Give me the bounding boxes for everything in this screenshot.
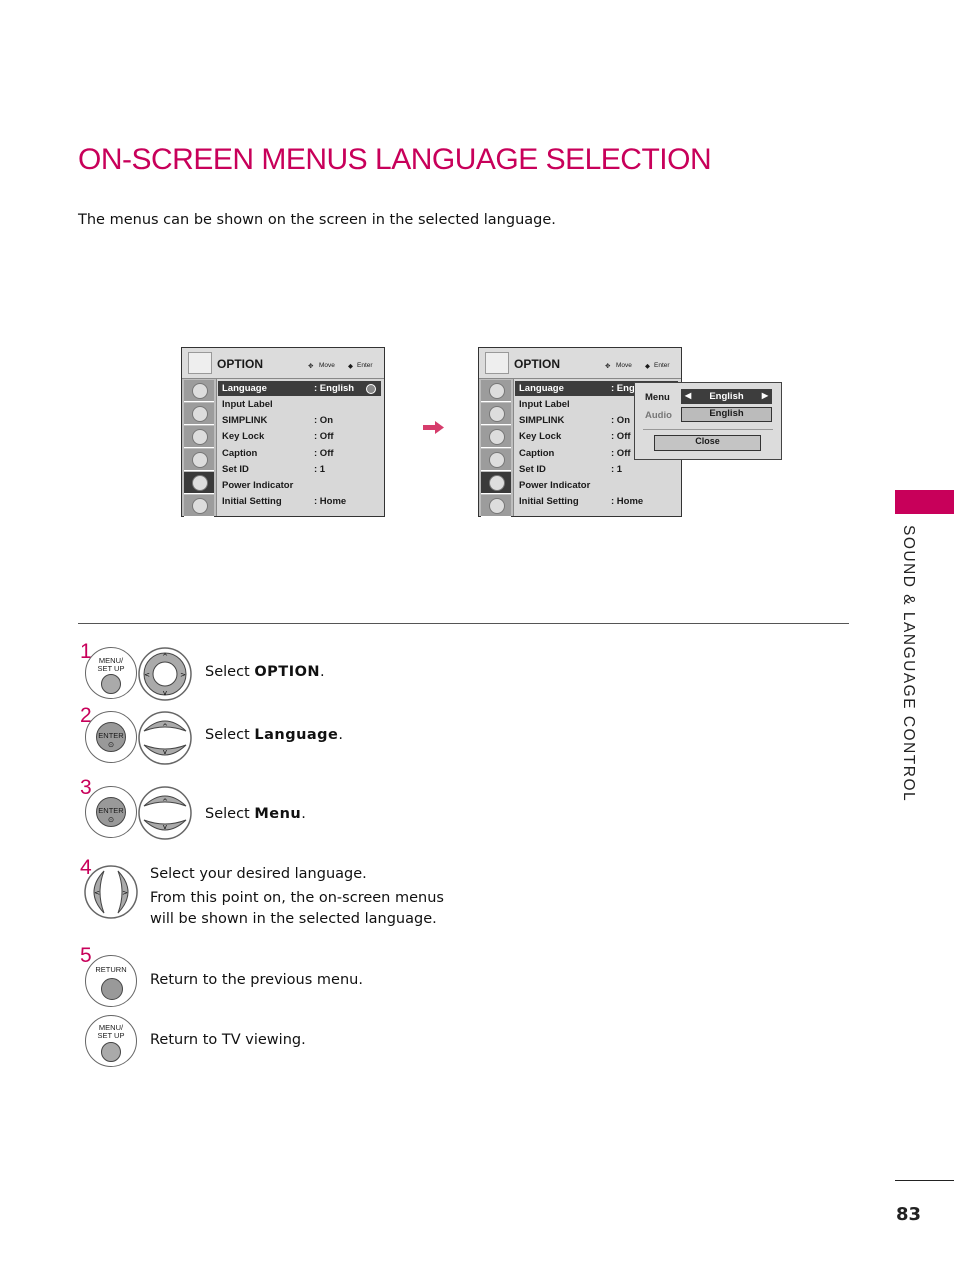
svg-text:v: v (163, 823, 167, 831)
svg-text:^: ^ (162, 723, 168, 731)
category-picture-icon[interactable] (184, 403, 214, 425)
page-title: ON-SCREEN MENUS LANGUAGE SELECTION (78, 143, 712, 176)
svg-text:<: < (144, 671, 150, 679)
nav-4way-button-icon[interactable]: ^ v < > (138, 647, 192, 701)
hint-move: Move (616, 362, 632, 369)
step-2-text: Select Language. (205, 727, 344, 743)
osd-row-input-label[interactable]: Input Label (218, 397, 381, 412)
close-button[interactable]: Close (654, 435, 761, 451)
osd-row-simplink[interactable]: SIMPLINK: On (218, 413, 381, 428)
section-divider (78, 623, 849, 624)
language-popup: Menu ◀ English ▶ Audio English Close (634, 382, 782, 460)
right-arrow-icon (423, 421, 444, 434)
osd-row-power-indicator[interactable]: Power Indicator (515, 478, 678, 493)
category-setup-icon[interactable] (481, 380, 511, 402)
category-time-icon[interactable] (481, 449, 511, 471)
category-time-icon[interactable] (184, 449, 214, 471)
nav-up-down-button-icon[interactable]: ^ v (138, 786, 192, 840)
step-4-line-3: will be shown in the selected language. (150, 911, 437, 927)
category-audio-icon[interactable] (184, 426, 214, 448)
section-tab-label: SOUND & LANGUAGE CONTROL (900, 525, 917, 803)
svg-text:^: ^ (162, 798, 168, 806)
menu-setup-button[interactable]: MENU/ SET UP (85, 1015, 137, 1067)
osd-row-key-lock[interactable]: Key Lock: Off (218, 429, 381, 444)
category-picture-icon[interactable] (481, 403, 511, 425)
osd-header: OPTION ✥ Move ◆ Enter (182, 348, 384, 379)
category-audio-icon[interactable] (481, 426, 511, 448)
menu-button-icon (101, 1042, 121, 1062)
menu-setup-button[interactable]: MENU/ SET UP (85, 647, 137, 699)
menu-button-icon (101, 674, 121, 694)
enter-indicator-icon (366, 384, 376, 394)
step-3-text: Select Menu. (205, 806, 306, 822)
osd-row-power-indicator[interactable]: Power Indicator (218, 478, 381, 493)
audio-language-label: Audio (645, 410, 672, 421)
enter-dot-icon: ⊙ (107, 740, 115, 749)
step-5-text: Return to the previous menu. (150, 972, 363, 988)
osd-header-title: OPTION (514, 357, 561, 371)
enter-dot-icon: ⊙ (107, 815, 115, 824)
enter-icon: ◆ (348, 363, 353, 370)
hint-enter: Enter (357, 362, 373, 369)
step-final-text: Return to TV viewing. (150, 1032, 306, 1048)
osd-category-sidebar (182, 379, 217, 517)
osd-option-menu-before: OPTION ✥ Move ◆ Enter Language: English … (181, 347, 385, 517)
popup-divider (643, 429, 773, 430)
svg-text:>: > (180, 671, 186, 679)
enter-button[interactable]: ENTER ⊙ (85, 711, 137, 763)
nav-left-right-button-icon[interactable]: < > (84, 865, 138, 919)
intro-text: The menus can be shown on the screen in … (78, 212, 556, 228)
move-icon: ✥ (605, 363, 611, 370)
category-setup-icon[interactable] (184, 380, 214, 402)
osd-row-set-id[interactable]: Set ID: 1 (218, 462, 381, 477)
page-number-rule (895, 1180, 954, 1181)
svg-text:>: > (122, 889, 128, 897)
osd-row-initial-setting[interactable]: Initial Setting: Home (218, 494, 381, 509)
svg-text:<: < (94, 889, 100, 897)
move-icon: ✥ (308, 363, 314, 370)
category-option-icon[interactable] (481, 472, 511, 494)
svg-text:^: ^ (162, 653, 168, 661)
category-lock-icon[interactable] (184, 495, 214, 517)
nav-up-down-button-icon[interactable]: ^ v (138, 711, 192, 765)
enter-icon: ◆ (645, 363, 650, 370)
audio-language-selector[interactable]: English (681, 407, 772, 422)
option-menu-icon (188, 352, 212, 374)
menu-language-label: Menu (645, 392, 670, 403)
svg-text:v: v (163, 689, 167, 697)
category-lock-icon[interactable] (481, 495, 511, 517)
section-tab-marker (895, 490, 954, 514)
step-1-text: Select OPTION. (205, 664, 325, 680)
enter-button[interactable]: ENTER ⊙ (85, 786, 137, 838)
right-arrow-icon[interactable]: ▶ (762, 391, 768, 400)
option-menu-icon (485, 352, 509, 374)
osd-row-set-id[interactable]: Set ID: 1 (515, 462, 678, 477)
osd-row-initial-setting[interactable]: Initial Setting: Home (515, 494, 678, 509)
step-4-line-1: Select your desired language. (150, 866, 367, 882)
step-4-line-2: From this point on, the on-screen menus (150, 890, 444, 906)
hint-move: Move (319, 362, 335, 369)
osd-row-caption[interactable]: Caption: Off (218, 446, 381, 461)
category-option-icon[interactable] (184, 472, 214, 494)
osd-row-language[interactable]: Language: English (218, 381, 381, 396)
osd-header: OPTION ✥ Move ◆ Enter (479, 348, 681, 379)
page-number: 83 (896, 1204, 922, 1225)
osd-category-sidebar (479, 379, 514, 517)
return-button[interactable]: RETURN (85, 955, 137, 1007)
svg-text:v: v (163, 748, 167, 756)
return-arrow-icon (101, 978, 123, 1000)
menu-language-selector[interactable]: ◀ English ▶ (681, 389, 772, 404)
osd-header-title: OPTION (217, 357, 264, 371)
hint-enter: Enter (654, 362, 670, 369)
